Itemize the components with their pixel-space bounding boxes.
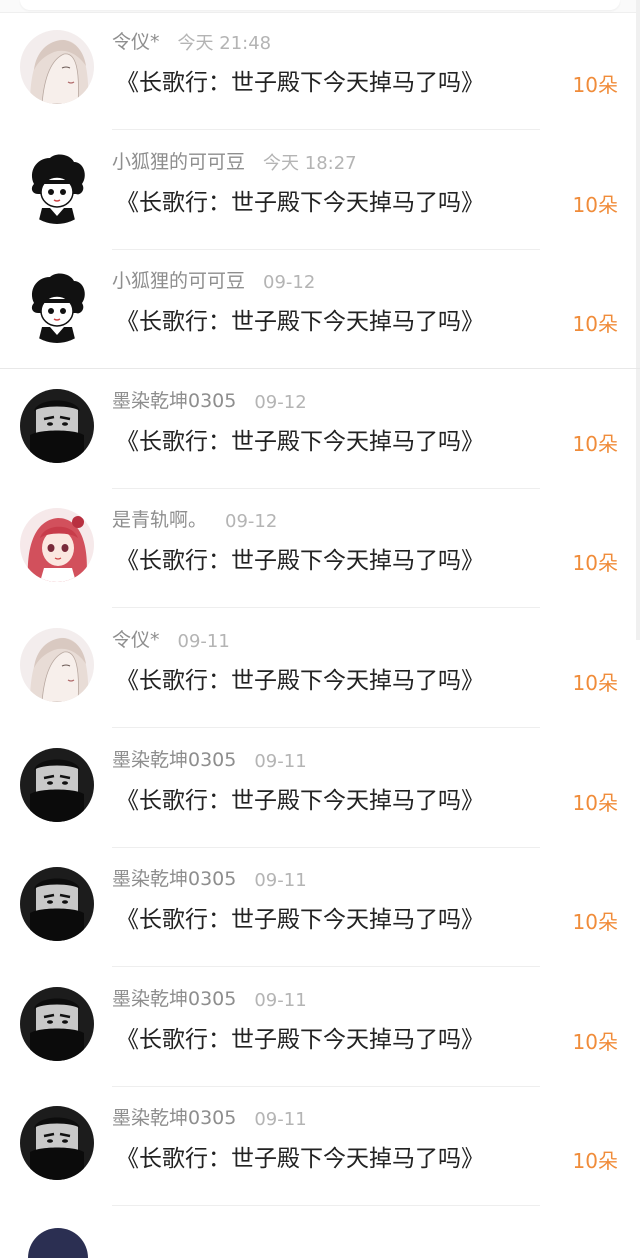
timestamp: 今天 18:27 (263, 153, 357, 174)
book-title[interactable]: 《长歌行：世子殿下今天掉马了吗》 (116, 188, 484, 218)
username[interactable]: 墨染乾坤0305 (112, 867, 236, 891)
gift-amount: 10朵 (572, 312, 618, 336)
book-title[interactable]: 《长歌行：世子殿下今天掉马了吗》 (116, 666, 484, 696)
avatar[interactable] (28, 1228, 88, 1258)
book-title[interactable]: 《长歌行：世子殿下今天掉马了吗》 (116, 546, 484, 576)
book-title[interactable]: 《长歌行：世子殿下今天掉马了吗》 (116, 1025, 484, 1055)
username[interactable]: 墨染乾坤0305 (112, 748, 236, 772)
list-item[interactable]: 墨染乾坤0305 09-11 《长歌行：世子殿下今天掉马了吗》 10朵 (0, 728, 640, 848)
username[interactable]: 令仪* (112, 628, 160, 652)
avatar[interactable] (20, 628, 94, 702)
timestamp: 09-11 (254, 870, 307, 891)
list-item[interactable]: 小狐狸的可可豆 09-12 《长歌行：世子殿下今天掉马了吗》 10朵 (0, 249, 640, 369)
list-item[interactable]: 墨染乾坤0305 09-11 《长歌行：世子殿下今天掉马了吗》 10朵 (0, 967, 640, 1087)
list-item[interactable]: 令仪* 今天 21:48 《长歌行：世子殿下今天掉马了吗》 10朵 (0, 10, 640, 130)
gift-amount: 10朵 (572, 671, 618, 695)
book-title[interactable]: 《长歌行：世子殿下今天掉马了吗》 (116, 905, 484, 935)
avatar[interactable] (20, 150, 94, 224)
avatar[interactable] (20, 1106, 94, 1180)
avatar[interactable] (20, 389, 94, 463)
timestamp: 09-12 (254, 392, 307, 413)
gift-amount: 10朵 (572, 791, 618, 815)
timestamp: 09-11 (254, 1109, 307, 1130)
list-item[interactable]: 墨染乾坤0305 09-11 《长歌行：世子殿下今天掉马了吗》 10朵 (0, 847, 640, 967)
gift-amount: 10朵 (572, 1149, 618, 1173)
timestamp: 09-11 (254, 990, 307, 1011)
avatar[interactable] (20, 269, 94, 343)
avatar[interactable] (20, 30, 94, 104)
gift-amount: 10朵 (572, 910, 618, 934)
avatar[interactable] (20, 867, 94, 941)
timestamp: 09-12 (263, 272, 316, 293)
gift-amount: 10朵 (572, 193, 618, 217)
book-title[interactable]: 《长歌行：世子殿下今天掉马了吗》 (116, 307, 484, 337)
gift-amount: 10朵 (572, 432, 618, 456)
gift-amount: 10朵 (572, 1030, 618, 1054)
username[interactable]: 令仪* (112, 30, 160, 54)
list-item[interactable]: 墨染乾坤0305 09-12 《长歌行：世子殿下今天掉马了吗》 10朵 (0, 369, 640, 489)
username[interactable]: 墨染乾坤0305 (112, 987, 236, 1011)
book-title[interactable]: 《长歌行：世子殿下今天掉马了吗》 (116, 427, 484, 457)
list-item[interactable]: 小狐狸的可可豆 今天 18:27 《长歌行：世子殿下今天掉马了吗》 10朵 (0, 130, 640, 250)
avatar[interactable] (20, 508, 94, 582)
username[interactable]: 是青轨啊。 (112, 508, 207, 532)
divider (112, 1205, 540, 1206)
list-item[interactable]: 墨染乾坤0305 09-11 《长歌行：世子殿下今天掉马了吗》 10朵 (0, 1086, 640, 1206)
username[interactable]: 墨染乾坤0305 (112, 1106, 236, 1130)
previous-card-edge (20, 0, 620, 10)
book-title[interactable]: 《长歌行：世子殿下今天掉马了吗》 (116, 786, 484, 816)
avatar[interactable] (20, 987, 94, 1061)
list-item[interactable]: 令仪* 09-11 《长歌行：世子殿下今天掉马了吗》 10朵 (0, 608, 640, 728)
username[interactable]: 小狐狸的可可豆 (112, 269, 245, 293)
timestamp: 09-12 (225, 511, 278, 532)
book-title[interactable]: 《长歌行：世子殿下今天掉马了吗》 (116, 1144, 484, 1174)
gift-amount: 10朵 (572, 73, 618, 97)
timestamp: 今天 21:48 (177, 33, 272, 54)
avatar[interactable] (20, 748, 94, 822)
username[interactable]: 小狐狸的可可豆 (112, 150, 245, 174)
username[interactable]: 墨染乾坤0305 (112, 389, 236, 413)
timestamp: 09-11 (254, 751, 307, 772)
book-title[interactable]: 《长歌行：世子殿下今天掉马了吗》 (116, 68, 484, 98)
timestamp: 09-11 (177, 631, 230, 652)
gift-amount: 10朵 (572, 551, 618, 575)
list-item[interactable]: 是青轨啊。 09-12 《长歌行：世子殿下今天掉马了吗》 10朵 (0, 488, 640, 608)
